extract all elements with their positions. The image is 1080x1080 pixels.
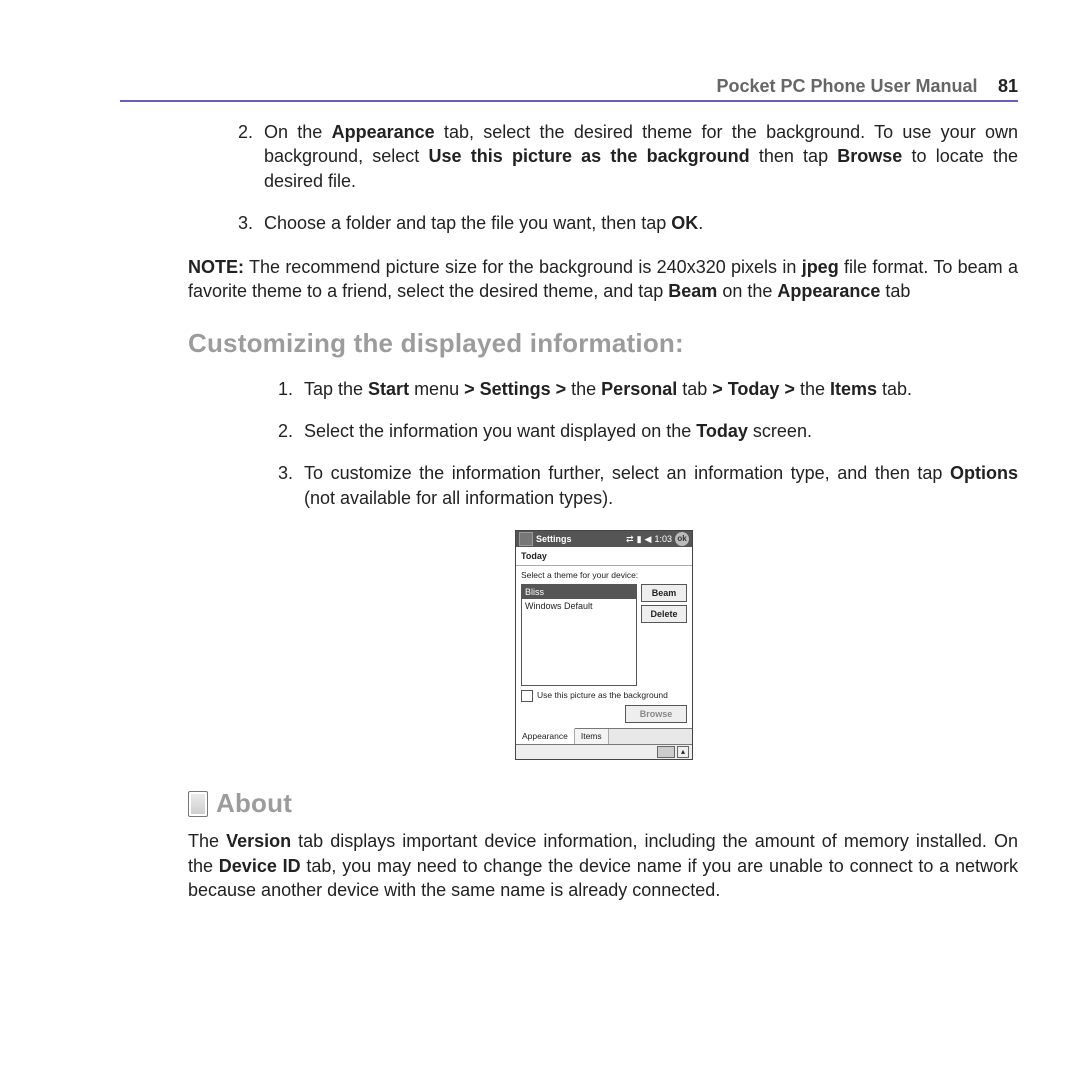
browse-button[interactable]: Browse [625,705,687,723]
step-2-text: On the Appearance tab, select the desire… [264,120,1018,193]
step-3-text: Choose a folder and tap the file you wan… [264,211,703,235]
ppc-title: Settings [536,533,623,545]
page-number: 81 [998,76,1018,96]
start-flag-icon [519,532,533,546]
pocketpc-screenshot: Settings ⇄ ▮ ◀ 1:03 ok Today Select a th… [515,530,693,760]
custom-step-1: Tap the Start menu > Settings > the Pers… [304,377,912,401]
section-heading-customizing: Customizing the displayed information: [188,326,1018,361]
theme-listbox[interactable]: Bliss Windows Default [521,584,637,686]
list-number: 3. [278,461,304,510]
delete-button[interactable]: Delete [641,605,687,623]
use-picture-checkbox[interactable] [521,690,533,702]
list-item[interactable]: Windows Default [522,599,636,613]
header-title: Pocket PC Phone User Manual [716,76,977,96]
about-paragraph: The Version tab displays important devic… [188,829,1018,902]
about-icon [188,791,208,817]
list-number: 1. [278,377,304,401]
speaker-icon: ◀ [645,533,652,545]
list-number: 2. [278,419,304,443]
custom-step-2: Select the information you want displaye… [304,419,812,443]
list-item[interactable]: Bliss [522,585,636,599]
keyboard-icon[interactable] [657,746,675,758]
note-paragraph: NOTE: The recommend picture size for the… [188,255,1018,304]
ok-button[interactable]: ok [675,532,689,546]
custom-step-3: To customize the information further, se… [304,461,1018,510]
ppc-label: Select a theme for your device: [516,566,692,583]
connectivity-icon: ⇄ [626,533,634,545]
list-number: 2. [238,120,264,193]
signal-icon: ▮ [637,533,642,545]
clock-text: 1:03 [654,533,672,545]
tab-appearance[interactable]: Appearance [516,728,575,744]
tab-items[interactable]: Items [575,729,609,744]
list-number: 3. [238,211,264,235]
use-picture-label: Use this picture as the background [537,690,668,701]
ppc-subtitle: Today [516,547,692,566]
section-heading-about: About [216,786,292,821]
beam-button[interactable]: Beam [641,584,687,602]
header-rule [120,100,1018,102]
input-panel-arrow-icon[interactable]: ▴ [677,746,689,758]
